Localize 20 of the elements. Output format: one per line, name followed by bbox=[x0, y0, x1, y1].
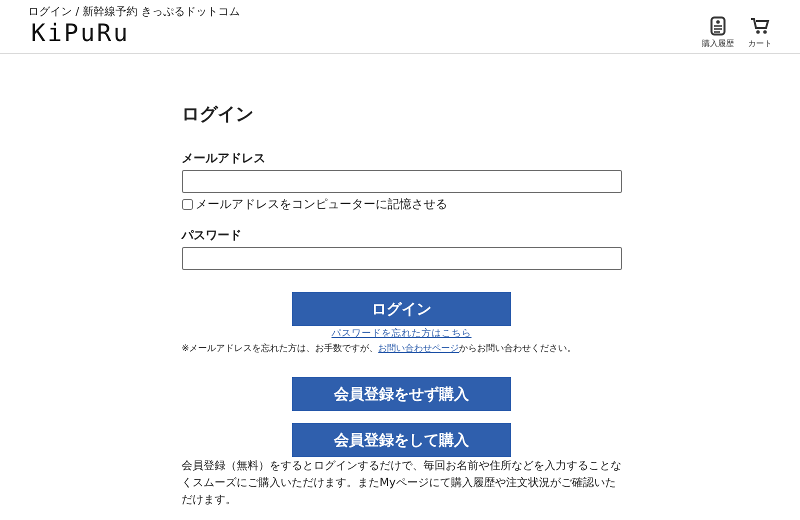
info-text: 会員登録（無料）をするとログインするだけで、毎回お名前や住所などを入力することなくスムーズにご購入いただけます。またMyページにて購入履歴や注文状況がご確認いただけます。 bbox=[182, 458, 622, 508]
field-label: メールアドレス bbox=[182, 150, 266, 167]
note-text: ※メールアドレスを忘れた方は、お手数ですが、お問い合わせページからお問い合わせください。 bbox=[182, 342, 578, 355]
document-icon bbox=[710, 16, 726, 36]
field-label: パスワード bbox=[182, 227, 242, 244]
forgot-password-link[interactable]: パスワードを忘れた方はこちら bbox=[332, 327, 472, 340]
checkbox-label: メールアドレスをコンピューターに記憶させる bbox=[196, 196, 448, 213]
email-field[interactable] bbox=[182, 170, 622, 193]
logo[interactable]: KiPuRu bbox=[31, 19, 240, 47]
page-heading: ログイン bbox=[182, 103, 254, 126]
register-purchase-button[interactable]: 会員登録をして購入 bbox=[292, 423, 511, 457]
contact-link[interactable]: お問い合わせページ bbox=[378, 343, 460, 354]
login-button[interactable]: ログイン bbox=[292, 292, 511, 326]
password-field[interactable] bbox=[182, 247, 622, 270]
checkbox[interactable] bbox=[182, 199, 192, 210]
breadcrumb: ログイン / 新幹線予約 きっぷるドットコム bbox=[28, 4, 240, 19]
cart-icon bbox=[750, 16, 770, 36]
cart-link[interactable]: カート bbox=[748, 16, 772, 49]
history-link[interactable]: 購入履歴 bbox=[702, 16, 734, 49]
guest-purchase-button[interactable]: 会員登録をせず購入 bbox=[292, 377, 511, 411]
